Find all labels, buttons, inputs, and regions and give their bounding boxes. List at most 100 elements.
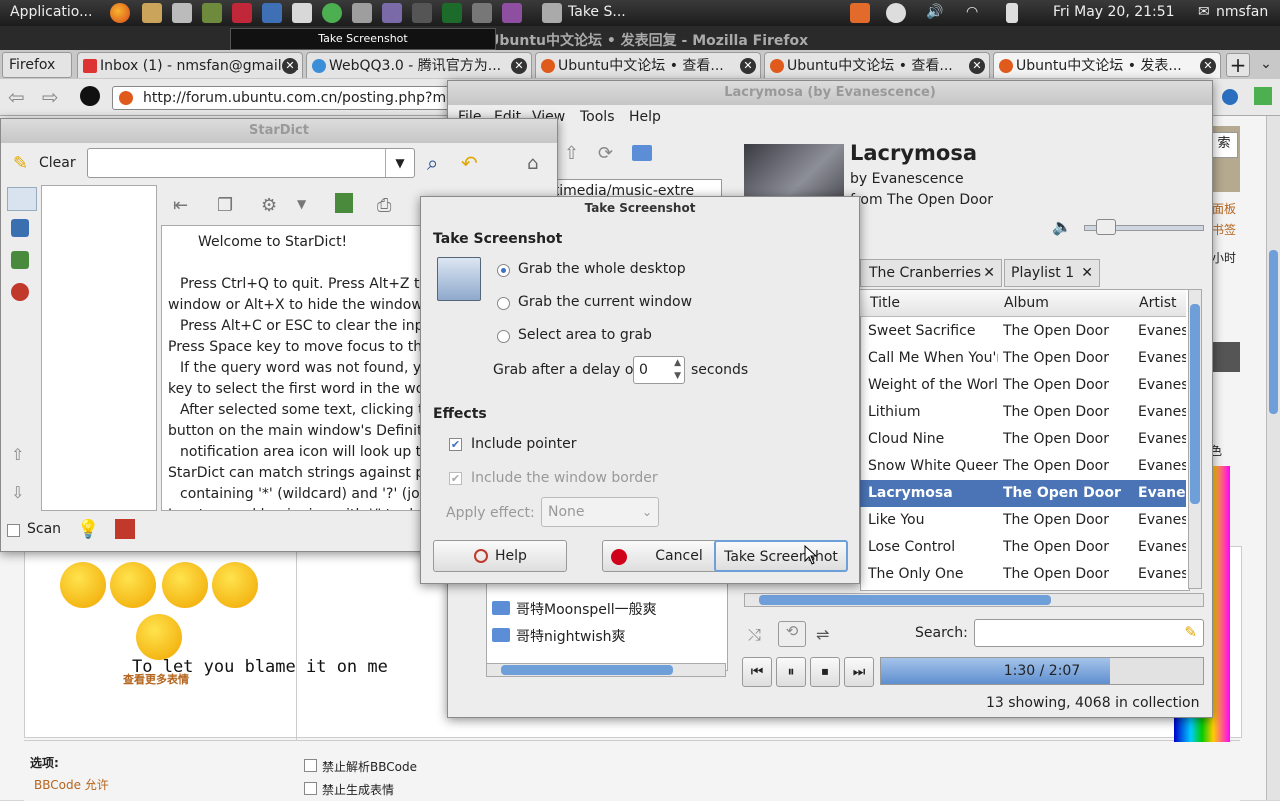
spin-down-icon[interactable]: ▼ xyxy=(674,370,681,382)
table-row[interactable]: Like You The Open Door Evanes xyxy=(860,507,1186,534)
query-tab-icon[interactable] xyxy=(7,187,37,211)
user-name[interactable]: nmsfan xyxy=(1216,4,1268,20)
input-method-icon[interactable] xyxy=(850,3,870,23)
folder-home-icon[interactable] xyxy=(632,145,652,161)
close-icon[interactable]: ✕ xyxy=(740,58,756,74)
table-row[interactable]: Snow White Queen The Open Door Evanes xyxy=(860,453,1186,480)
table-row[interactable]: Lacrymosa The Open Door Evanes xyxy=(860,480,1186,507)
clear-search-icon[interactable]: ✎ xyxy=(1184,623,1197,641)
menu-help[interactable]: Help xyxy=(629,109,661,125)
search-button[interactable]: 索 xyxy=(1210,132,1238,158)
tab-ubuntu-1[interactable]: Ubuntu中文论坛 • 查看... ✕ xyxy=(535,52,761,78)
shuffle-icon[interactable]: ⤭ xyxy=(748,625,761,645)
chevron-down-icon[interactable]: ▼ xyxy=(297,197,306,211)
disable-smilies-checkbox[interactable] xyxy=(304,782,317,795)
firefox-launcher-icon[interactable] xyxy=(110,3,130,23)
volume-slider-handle[interactable] xyxy=(1096,219,1116,235)
close-icon[interactable]: ✕ xyxy=(969,58,985,74)
progress-bar[interactable]: 1:30 / 2:07 xyxy=(880,657,1204,685)
bbcode-link[interactable]: BBCode 允许 xyxy=(34,776,109,793)
table-row[interactable]: Cloud Nine The Open Door Evanes xyxy=(860,426,1186,453)
copy-icon[interactable]: ❐ xyxy=(217,195,233,216)
table-row[interactable]: Weight of the Worl The Open Door Evanes xyxy=(860,372,1186,399)
pause-button[interactable]: ⏸ xyxy=(776,657,806,687)
download-icon[interactable] xyxy=(1254,87,1272,105)
site-identity-icon[interactable] xyxy=(80,86,100,106)
addon-icon[interactable] xyxy=(1222,89,1238,105)
emoticon-icon[interactable] xyxy=(110,562,156,608)
close-icon[interactable]: ✕ xyxy=(983,260,995,286)
folder-item[interactable]: 哥特Moonspell一般爽 xyxy=(516,599,657,619)
help-button[interactable]: Help xyxy=(433,540,567,572)
stop-button[interactable]: ⏹ xyxy=(810,657,840,687)
treedict-tab-icon[interactable] xyxy=(11,251,29,269)
emoticon-icon[interactable] xyxy=(212,562,258,608)
fulltext-tab-icon[interactable] xyxy=(11,219,29,237)
panel-link[interactable]: 面板 xyxy=(1212,200,1236,217)
search-icon[interactable]: ⌕ xyxy=(427,151,438,175)
delay-spinbox[interactable]: 0 ▲ ▼ xyxy=(633,356,685,384)
up-icon[interactable]: ⇧ xyxy=(564,143,579,164)
forward-button[interactable]: ⇨ xyxy=(42,85,59,109)
quit-icon[interactable] xyxy=(115,519,135,539)
bookmarks-link[interactable]: 书签 xyxy=(1212,221,1236,238)
chevron-down-icon[interactable]: ▼ xyxy=(385,149,414,177)
emoticon-icon[interactable] xyxy=(162,562,208,608)
wifi-icon[interactable]: ◠ xyxy=(966,4,978,20)
system-monitor-icon[interactable] xyxy=(442,3,462,23)
playlist-scrollbar-thumb[interactable] xyxy=(1190,304,1200,504)
url-bar[interactable]: http://forum.ubuntu.com.cn/posting.php?m… xyxy=(112,86,452,110)
close-icon[interactable]: ✕ xyxy=(1200,58,1216,74)
mindmap-icon[interactable] xyxy=(232,3,252,23)
take-screenshot-button[interactable]: Take Screenshot xyxy=(714,540,848,572)
previous-button[interactable]: ⏮ xyxy=(742,657,772,687)
spin-up-icon[interactable]: ▲ xyxy=(674,357,681,369)
folder-item[interactable]: 哥特nightwish爽 xyxy=(516,626,626,646)
disk-icon[interactable] xyxy=(502,3,522,23)
next-button[interactable]: ⏭ xyxy=(844,657,874,687)
select-area-radio[interactable] xyxy=(497,330,510,343)
emoticon-icon[interactable] xyxy=(136,614,182,660)
more-emoticons-link[interactable]: 查看更多表情 xyxy=(123,671,189,687)
include-border-checkbox[interactable]: ✔ xyxy=(449,472,462,485)
tab-ubuntu-2[interactable]: Ubuntu中文论坛 • 查看... ✕ xyxy=(764,52,990,78)
page-scrollbar-thumb[interactable] xyxy=(1269,250,1278,414)
screenshot-task-icon[interactable] xyxy=(542,3,562,23)
applications-menu[interactable]: Applicatio... xyxy=(10,4,92,20)
close-icon[interactable]: ✕ xyxy=(282,58,298,74)
search-input[interactable]: ✎ xyxy=(974,619,1204,647)
grab-desktop-radio[interactable] xyxy=(497,264,510,277)
net-dict-tab-icon[interactable] xyxy=(11,283,29,301)
table-row[interactable]: The Only One The Open Door Evanes xyxy=(860,561,1186,588)
scroll-up-icon[interactable]: ⇧ xyxy=(11,445,24,464)
document-icon[interactable] xyxy=(262,3,282,23)
column-title[interactable]: Title xyxy=(870,295,900,311)
media-play-icon[interactable] xyxy=(322,3,342,23)
first-icon[interactable]: ⇤ xyxy=(173,195,188,216)
menu-tools[interactable]: Tools xyxy=(580,109,615,125)
table-row[interactable]: Lithium The Open Door Evanes xyxy=(860,399,1186,426)
clear-button[interactable]: Clear xyxy=(39,155,76,171)
scan-checkbox[interactable] xyxy=(7,524,20,537)
playlist-scrollbar[interactable] xyxy=(1188,289,1202,589)
folder-hscrollbar[interactable] xyxy=(486,663,726,677)
screenshot-task-label[interactable]: Take S... xyxy=(568,4,626,20)
chat-icon[interactable]: ✉ xyxy=(1198,4,1210,20)
playlist-hscrollbar-thumb[interactable] xyxy=(759,595,1051,605)
dynamic-icon[interactable]: ⇌ xyxy=(816,625,829,644)
table-row[interactable]: Sweet Sacrifice The Open Door Evanes xyxy=(860,318,1186,345)
save-icon[interactable] xyxy=(335,193,353,213)
text-editor-icon[interactable] xyxy=(292,3,312,23)
tab-the-cranberries[interactable]: The Cranberries ✕ xyxy=(860,259,1002,287)
table-row[interactable]: Call Me When You'r The Open Door Evanes xyxy=(860,345,1186,372)
tools-icon[interactable] xyxy=(172,3,192,23)
back-icon[interactable]: ↶ xyxy=(461,151,478,175)
screenshot-icon[interactable] xyxy=(352,3,372,23)
home-icon[interactable]: ⌂ xyxy=(527,153,538,174)
back-button[interactable]: ⇦ xyxy=(8,85,25,109)
lightbulb-icon[interactable]: 💡 xyxy=(77,519,99,540)
clock[interactable]: Fri May 20, 21:51 xyxy=(1053,4,1175,20)
close-icon[interactable]: ✕ xyxy=(1081,260,1093,286)
playlist-hscrollbar[interactable] xyxy=(744,593,1204,607)
accessibility-icon[interactable] xyxy=(886,3,906,23)
